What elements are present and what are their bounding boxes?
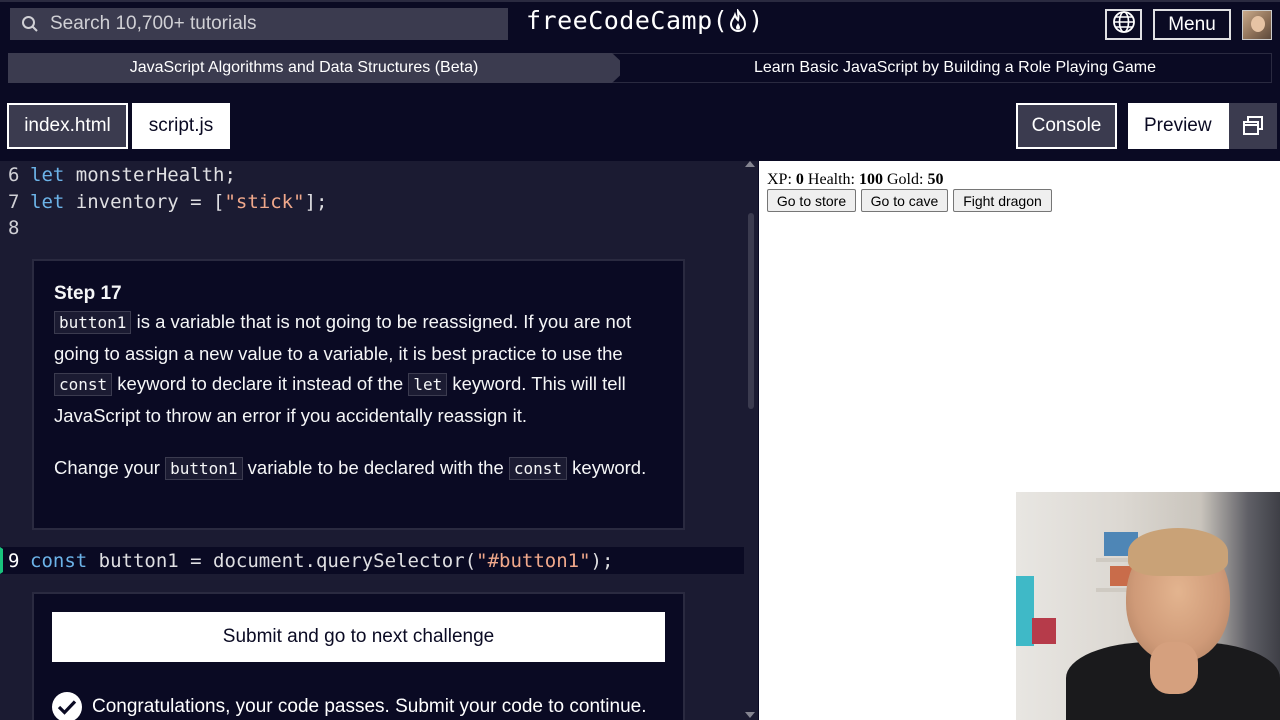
step-description: Step 17 button1 is a variable that is no… [32, 259, 685, 530]
webcam-overlay [1016, 492, 1280, 720]
fight-dragon-button[interactable]: Fight dragon [953, 189, 1052, 212]
preview-button[interactable]: Preview [1128, 103, 1277, 149]
code-text: monsterHealth; [64, 164, 236, 186]
tab-script-js[interactable]: script.js [132, 103, 230, 149]
tab-index-html[interactable]: index.html [7, 103, 128, 149]
app-root: Search 10,700+ tutorials freeCodeCamp ( … [0, 0, 1280, 720]
code-text: ]; [304, 191, 328, 213]
logo-paren-open: ( [712, 6, 729, 35]
editor-scrollbar-thumb[interactable] [748, 213, 754, 409]
console-button[interactable]: Console [1016, 103, 1117, 149]
code-line-active[interactable]: 9 const button1 = document.querySelector… [0, 547, 750, 574]
top-nav: Search 10,700+ tutorials freeCodeCamp ( … [0, 0, 1280, 46]
preview-window-icon[interactable] [1229, 103, 1277, 149]
health-value: 100 [859, 171, 883, 188]
code-line[interactable]: 8 [0, 215, 750, 241]
code-keyword: let [30, 191, 65, 213]
breadcrumb-course[interactable]: JavaScript Algorithms and Data Structure… [8, 53, 620, 83]
line-number: 9 [8, 549, 20, 572]
webcam-person-hand [1150, 642, 1198, 694]
step-title: Step 17 [54, 283, 122, 304]
go-to-cave-button[interactable]: Go to cave [861, 189, 948, 212]
gold-label: Gold: [887, 171, 924, 188]
inline-code: button1 [165, 457, 243, 480]
line-number: 7 [8, 191, 20, 213]
code-string: "stick" [224, 191, 305, 213]
game-stats: XP: 0 Health: 100 Gold: 50 [767, 171, 943, 189]
inline-code: const [508, 457, 568, 480]
submit-button[interactable]: Submit and go to next challenge [52, 612, 665, 662]
code-string: "#button1" [476, 549, 591, 572]
code-keyword: let [30, 164, 65, 186]
scroll-down-arrow-icon[interactable] [745, 712, 755, 718]
language-button[interactable] [1105, 9, 1142, 40]
step-paragraph-2: Change your button1 variable to be decla… [54, 453, 663, 485]
step-text: is a variable that is not going to be re… [54, 311, 632, 364]
code-text: button1 = document.querySelector( [87, 549, 477, 572]
step-text: variable to be declared with the [242, 457, 509, 478]
step-text: keyword to declare it instead of the [112, 373, 409, 394]
code-line[interactable]: 7 let inventory = ["stick"]; [0, 189, 750, 215]
line-number: 8 [8, 217, 20, 239]
preview-label: Preview [1144, 115, 1212, 136]
xp-value: 0 [795, 171, 804, 188]
site-logo[interactable]: freeCodeCamp ( ) [526, 6, 764, 35]
logo-text: freeCodeCamp [526, 6, 713, 35]
flame-icon [728, 8, 748, 33]
pass-message: Congratulations, your code passes. Submi… [52, 692, 647, 720]
line-number: 6 [8, 164, 20, 186]
breadcrumb: Learn Basic JavaScript by Building a Rol… [0, 53, 1280, 83]
go-to-store-button[interactable]: Go to store [767, 189, 856, 212]
code-keyword: const [30, 549, 88, 572]
inline-code: let [408, 373, 448, 396]
inline-code: const [54, 373, 113, 396]
pass-text: Congratulations, your code passes. Submi… [92, 696, 647, 717]
scroll-up-arrow-icon[interactable] [745, 161, 755, 167]
code-text: inventory = [ [64, 191, 225, 213]
search-bar[interactable]: Search 10,700+ tutorials [10, 8, 508, 40]
code-line[interactable]: 6 let monsterHealth; [0, 162, 750, 188]
health-label: Health: [807, 171, 855, 188]
code-editor[interactable]: 6 let monsterHealth; 7 let inventory = [… [0, 161, 758, 720]
logo-paren-close: ) [748, 6, 764, 35]
webcam-object [1032, 618, 1056, 644]
step-text: Change your [54, 457, 166, 478]
search-placeholder: Search 10,700+ tutorials [50, 13, 257, 34]
check-icon [52, 692, 82, 720]
webcam-person-hair [1128, 528, 1228, 576]
xp-label: XP: [767, 171, 792, 188]
avatar[interactable] [1242, 10, 1272, 40]
breadcrumb-project[interactable]: Learn Basic JavaScript by Building a Rol… [604, 53, 1272, 83]
search-icon [10, 8, 50, 40]
menu-button[interactable]: Menu [1153, 9, 1231, 40]
step-paragraph-1: button1 is a variable that is not going … [54, 307, 663, 431]
step-text: keyword. [567, 457, 647, 478]
inline-code: button1 [54, 311, 132, 334]
globe-icon [1112, 10, 1136, 39]
gold-value: 50 [927, 171, 944, 188]
submit-panel: Submit and go to next challenge Congratu… [32, 592, 685, 720]
code-text: ); [590, 549, 614, 572]
